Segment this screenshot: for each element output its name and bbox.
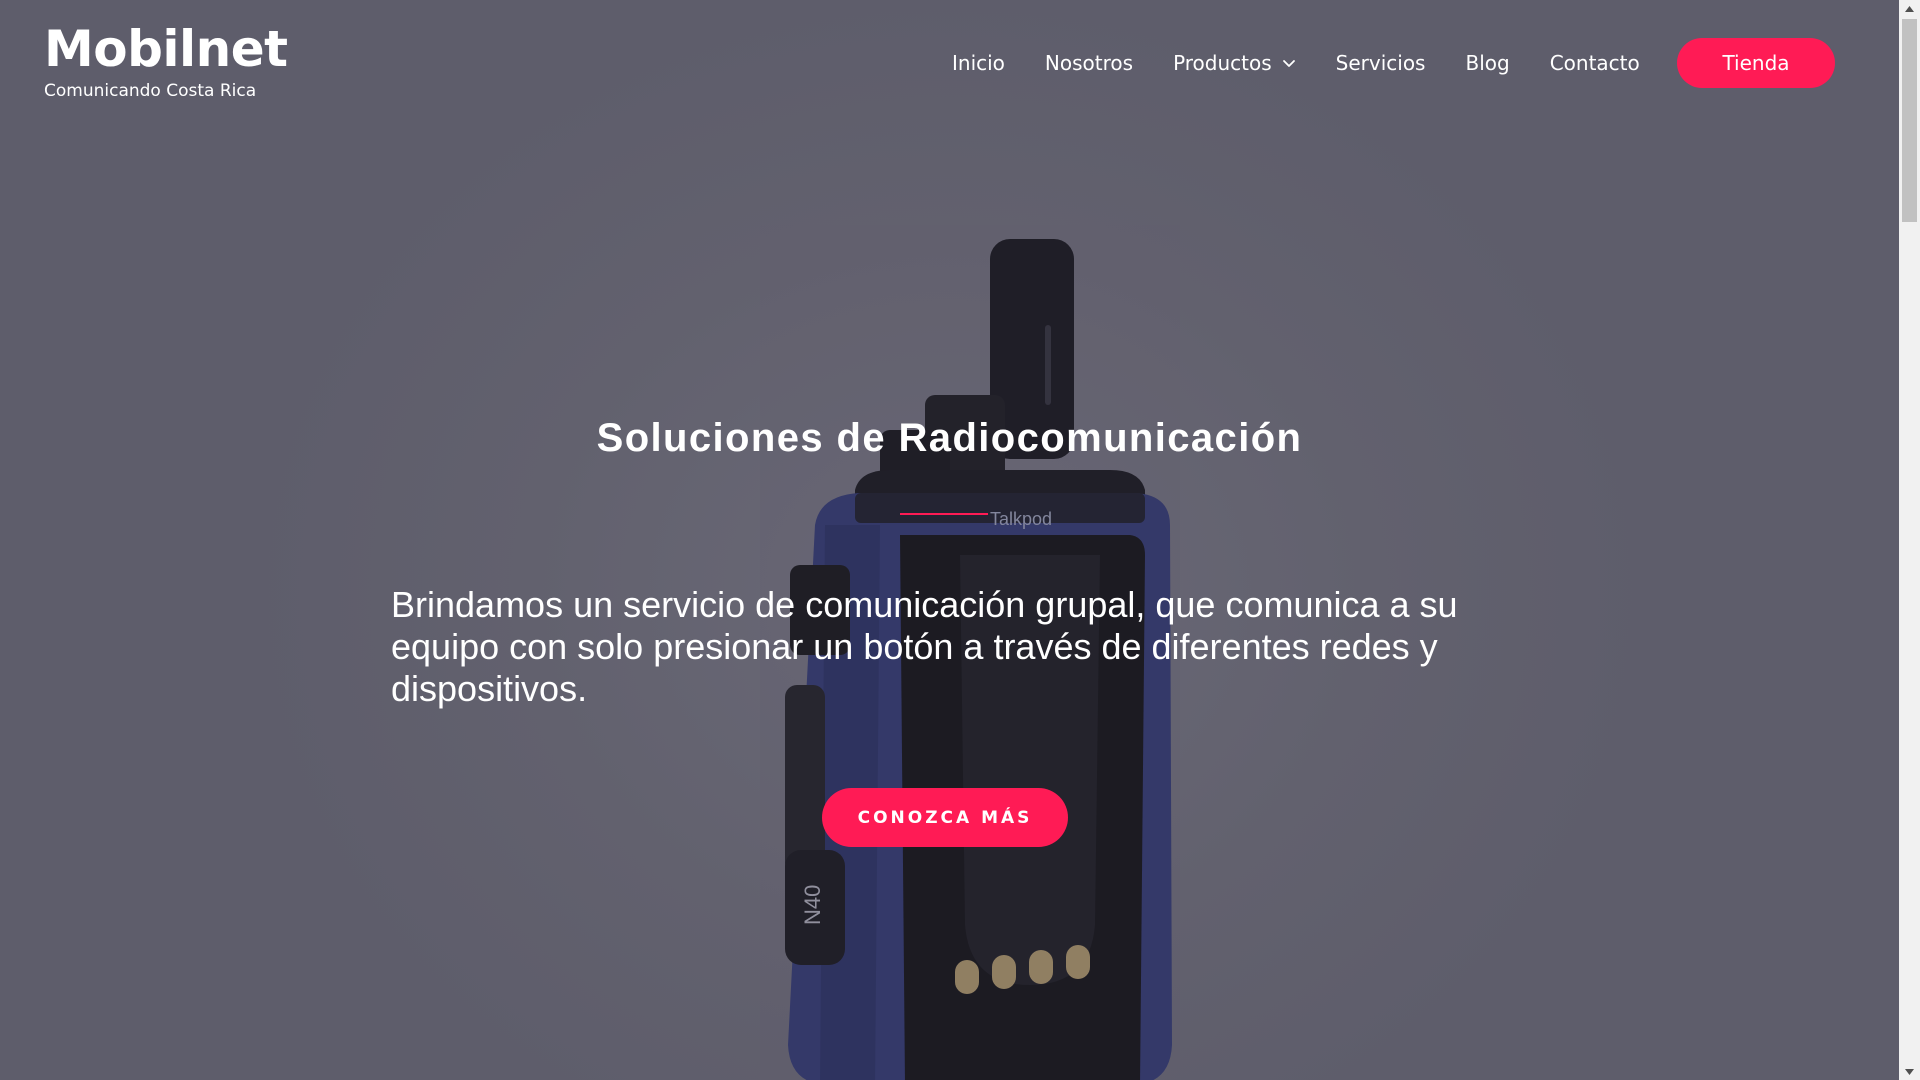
nav-item-label: Servicios bbox=[1335, 51, 1426, 75]
hero-background: Talkpod N40 bbox=[0, 0, 1899, 1080]
learn-more-button[interactable]: CONOZCA MÁS bbox=[822, 788, 1068, 847]
site-title[interactable]: Mobilnet bbox=[44, 18, 288, 80]
scrollbar-thumb[interactable] bbox=[1902, 19, 1917, 222]
nav-item-productos[interactable]: Productos bbox=[1173, 51, 1296, 75]
nav-item-label: Productos bbox=[1173, 51, 1272, 75]
nav-item-contacto[interactable]: Contacto bbox=[1550, 51, 1640, 75]
scroll-up-arrow-icon[interactable] bbox=[1899, 0, 1920, 17]
nav-item-blog[interactable]: Blog bbox=[1465, 51, 1509, 75]
nav-item-servicios[interactable]: Servicios bbox=[1336, 51, 1426, 75]
page: Talkpod N40 Mobilnet Comunicando Costa R… bbox=[0, 0, 1920, 1080]
scrollbar[interactable] bbox=[1899, 0, 1920, 1080]
nav-item-inicio[interactable]: Inicio bbox=[952, 51, 1005, 75]
shop-button[interactable]: Tienda bbox=[1677, 38, 1835, 88]
main-nav: Inicio Nosotros Productos Servicios Blog… bbox=[952, 38, 1680, 88]
chevron-down-icon bbox=[1282, 60, 1295, 67]
hero-divider bbox=[900, 513, 988, 515]
nav-item-label: Blog bbox=[1465, 51, 1510, 75]
scroll-down-arrow-icon[interactable] bbox=[1899, 1063, 1920, 1080]
nav-item-label: Inicio bbox=[952, 51, 1005, 75]
nav-item-nosotros[interactable]: Nosotros bbox=[1045, 51, 1133, 75]
nav-item-label: Contacto bbox=[1549, 51, 1640, 75]
hero-description: Brindamos un servicio de comunicación gr… bbox=[391, 584, 1458, 709]
site-brand[interactable]: Mobilnet Comunicando Costa Rica bbox=[44, 18, 288, 102]
site-tagline: Comunicando Costa Rica bbox=[44, 81, 257, 101]
nav-item-label: Nosotros bbox=[1044, 51, 1134, 75]
hero-title: Soluciones de Radiocomunicación bbox=[596, 416, 1303, 460]
